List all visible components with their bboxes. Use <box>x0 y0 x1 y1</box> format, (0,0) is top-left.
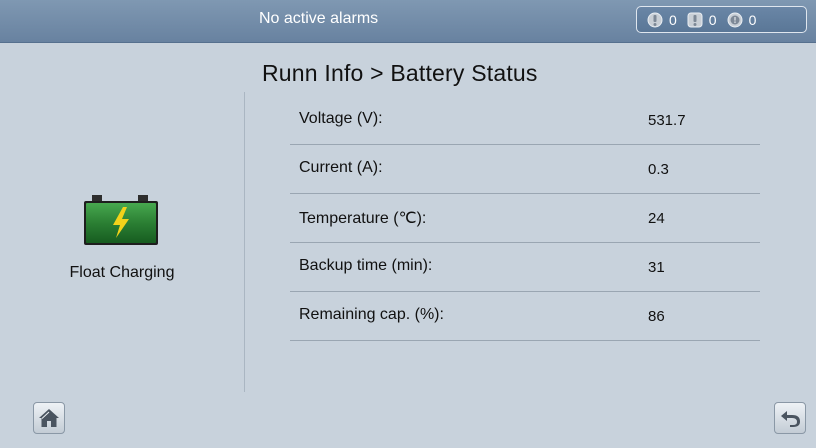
row-label: Temperature (℃): <box>299 210 427 227</box>
row-value: 24 <box>648 210 665 227</box>
row-label: Voltage (V): <box>299 110 383 127</box>
row-label: Remaining cap. (%): <box>299 306 444 323</box>
top-status-bar: No active alarms 0 0 0 <box>0 0 816 43</box>
battery-state-label: Float Charging <box>69 264 175 281</box>
table-row-temperature: Temperature (℃): 24 <box>290 194 760 243</box>
alarm-status-text: No active alarms <box>259 10 379 27</box>
battery-status-table: Voltage (V): 531.7 Current (A): 0.3 Temp… <box>290 96 760 341</box>
critical-alarm-counter[interactable]: 0 <box>727 11 757 28</box>
vertical-divider <box>244 92 245 392</box>
battery-charging-icon <box>84 195 158 245</box>
table-row-remaining-capacity: Remaining cap. (%): 86 <box>290 292 760 341</box>
critical-alarm-icon <box>727 12 743 27</box>
row-value: 0.3 <box>648 161 669 178</box>
back-button[interactable] <box>774 402 806 434</box>
table-row-current: Current (A): 0.3 <box>290 145 760 194</box>
row-label: Backup time (min): <box>299 257 433 274</box>
table-row-voltage: Voltage (V): 531.7 <box>290 96 760 145</box>
row-value: 531.7 <box>648 112 686 129</box>
major-alarm-counter[interactable]: 0 <box>687 12 717 28</box>
row-value: 86 <box>648 308 665 325</box>
major-alarm-count: 0 <box>708 11 717 28</box>
table-row-backup-time: Backup time (min): 31 <box>290 243 760 292</box>
back-arrow-icon <box>781 411 800 427</box>
minor-alarm-icon <box>647 12 663 27</box>
major-alarm-icon <box>687 12 703 27</box>
home-button[interactable] <box>33 402 65 434</box>
minor-alarm-counter[interactable]: 0 <box>647 12 677 28</box>
row-label: Current (A): <box>299 159 383 176</box>
home-icon <box>39 409 59 427</box>
critical-alarm-count: 0 <box>748 11 757 28</box>
minor-alarm-count: 0 <box>669 11 677 28</box>
alarm-counters[interactable]: 0 0 0 <box>636 6 807 33</box>
row-value: 31 <box>648 259 665 276</box>
page-title: Runn Info > Battery Status <box>262 60 538 86</box>
